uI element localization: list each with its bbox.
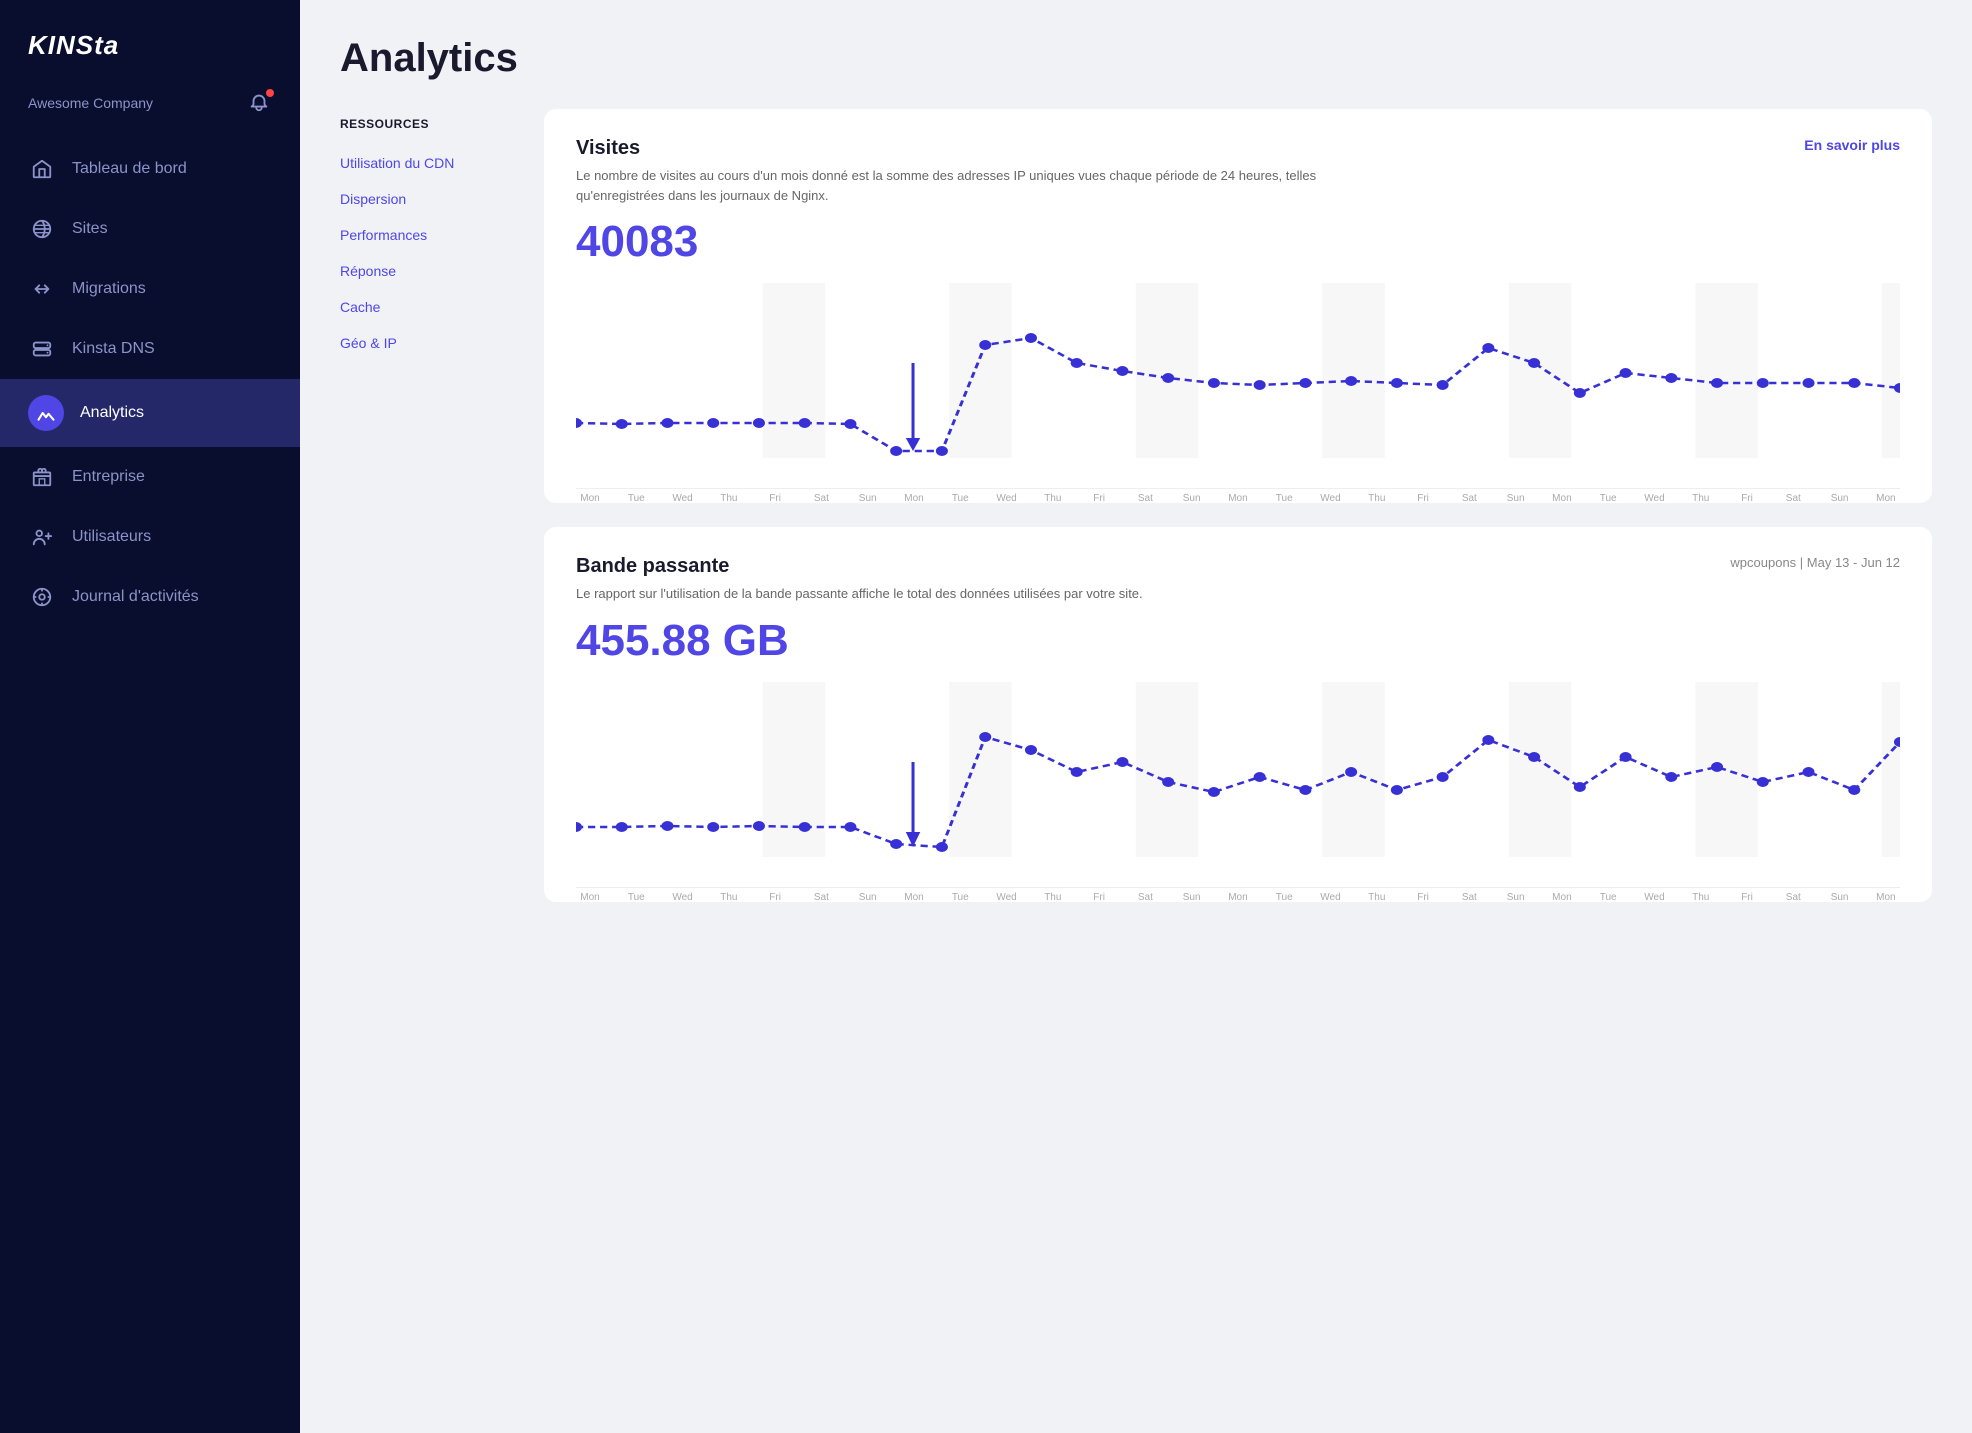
- sidebar-item-label-sites: Sites: [72, 220, 108, 238]
- sidebar-item-label-entreprise: Entreprise: [72, 468, 145, 486]
- bandwidth-card-subtitle: Le rapport sur l'utilisation de la bande…: [576, 584, 1396, 604]
- notification-bell-icon[interactable]: [248, 91, 272, 115]
- sidebar-item-label-journal: Journal d'activités: [72, 588, 199, 606]
- sidebar-item-label-migrations: Migrations: [72, 280, 146, 298]
- utilisateurs-icon: [28, 523, 56, 551]
- bandwidth-card: Bande passante wpcoupons | May 13 - Jun …: [544, 527, 1932, 902]
- cards-area: Visites En savoir plus Le nombre de visi…: [544, 109, 1932, 902]
- sites-icon: [28, 215, 56, 243]
- left-nav-item-cache[interactable]: Cache: [340, 291, 520, 323]
- sidebar-item-label-analytics: Analytics: [80, 404, 144, 422]
- left-nav-item-dispersion[interactable]: Dispersion: [340, 183, 520, 215]
- content-layout: Ressources Utilisation du CDN Dispersion…: [340, 109, 1932, 902]
- visites-card: Visites En savoir plus Le nombre de visi…: [544, 109, 1932, 503]
- sidebar-item-label-dns: Kinsta DNS: [72, 340, 155, 358]
- sidebar-item-sites[interactable]: Sites: [0, 199, 300, 259]
- sidebar-item-utilisateurs[interactable]: Utilisateurs: [0, 507, 300, 567]
- visites-card-subtitle: Le nombre de visites au cours d'un mois …: [576, 166, 1396, 205]
- company-row: Awesome Company: [0, 87, 300, 139]
- bandwidth-site-name: wpcoupons | May 13 - Jun 12: [1730, 555, 1900, 570]
- sidebar-item-journal[interactable]: Journal d'activités: [0, 567, 300, 627]
- main-content: Analytics Ressources Utilisation du CDN …: [300, 0, 1972, 1433]
- visites-card-title: Visites: [576, 137, 640, 160]
- migrations-icon: [28, 275, 56, 303]
- bandwidth-card-header: Bande passante wpcoupons | May 13 - Jun …: [576, 555, 1900, 578]
- svg-text:KINSta: KINSta: [28, 30, 119, 60]
- bandwidth-card-title: Bande passante: [576, 555, 729, 578]
- analytics-active-dot: [28, 395, 64, 431]
- sidebar-item-tableau[interactable]: Tableau de bord: [0, 139, 300, 199]
- sidebar-item-entreprise[interactable]: Entreprise: [0, 447, 300, 507]
- left-nav-item-cdn[interactable]: Utilisation du CDN: [340, 147, 520, 179]
- visites-chart: Mon5/14Tue5/15Wed5/16Thu5/17Fri5/18Sat5/…: [576, 283, 1900, 503]
- sidebar-item-dns[interactable]: Kinsta DNS: [0, 319, 300, 379]
- visites-card-header: Visites En savoir plus: [576, 137, 1900, 160]
- journal-icon: [28, 583, 56, 611]
- sidebar-item-migrations[interactable]: Migrations: [0, 259, 300, 319]
- visites-card-value: 40083: [576, 217, 1900, 267]
- page-title: Analytics: [340, 36, 1932, 81]
- kinsta-logo: KINSta: [28, 28, 138, 67]
- visites-learn-more-link[interactable]: En savoir plus: [1804, 137, 1900, 153]
- left-nav: Ressources Utilisation du CDN Dispersion…: [340, 109, 520, 902]
- left-nav-item-reponse[interactable]: Réponse: [340, 255, 520, 287]
- company-name: Awesome Company: [28, 95, 153, 111]
- sidebar-item-label-utilisateurs: Utilisateurs: [72, 528, 151, 546]
- sidebar-item-label-tableau: Tableau de bord: [72, 160, 187, 178]
- sidebar: KINSta Awesome Company Tableau de bord: [0, 0, 300, 1433]
- bandwidth-chart: Mon5/14Tue5/15Wed5/16Thu5/17Fri5/18Sat5/…: [576, 682, 1900, 902]
- notification-dot: [266, 89, 274, 97]
- sidebar-header: KINSta: [0, 0, 300, 87]
- sidebar-item-analytics[interactable]: Analytics: [0, 379, 300, 447]
- bandwidth-card-value: 455.88 GB: [576, 616, 1900, 666]
- entreprise-icon: [28, 463, 56, 491]
- left-nav-item-geo[interactable]: Géo & IP: [340, 327, 520, 359]
- dns-icon: [28, 335, 56, 363]
- home-icon: [28, 155, 56, 183]
- left-nav-item-performances[interactable]: Performances: [340, 219, 520, 251]
- bandwidth-card-meta: wpcoupons | May 13 - Jun 12: [1730, 555, 1900, 570]
- left-nav-section-label: Ressources: [340, 109, 520, 143]
